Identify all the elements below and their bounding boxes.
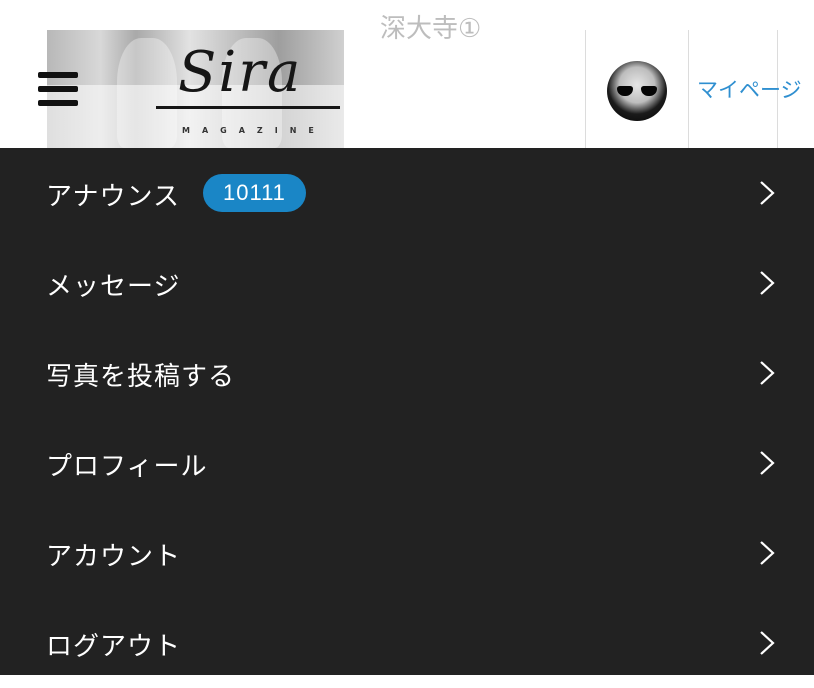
nav-menu: アナウンス 10111 メッセージ 写真を投稿する プロフィール アカウント ロ… xyxy=(0,148,814,675)
site-header: 深大寺① Sira MAGAZINE マイページ xyxy=(0,0,814,148)
menu-item-label: アナウンス xyxy=(46,182,180,212)
menu-item-label: プロフィール xyxy=(46,452,208,482)
article-title-partial: 深大寺① xyxy=(380,14,482,44)
chevron-right-icon xyxy=(760,361,775,385)
announce-count-badge: 10111 xyxy=(203,174,306,212)
header-divider xyxy=(688,30,689,148)
hamburger-icon[interactable] xyxy=(38,72,78,108)
menu-item-profile[interactable]: プロフィール xyxy=(0,418,814,508)
menu-item-label: ログアウト xyxy=(46,632,182,662)
menu-item-post-photo[interactable]: 写真を投稿する xyxy=(0,328,814,418)
menu-item-label: アカウント xyxy=(46,542,182,572)
chevron-right-icon xyxy=(760,631,775,655)
chevron-right-icon xyxy=(760,541,775,565)
site-logo[interactable]: Sira MAGAZINE xyxy=(152,40,344,140)
chevron-right-icon xyxy=(760,451,775,475)
menu-item-account[interactable]: アカウント xyxy=(0,508,814,598)
menu-item-label: メッセージ xyxy=(46,272,181,302)
menu-item-messages[interactable]: メッセージ xyxy=(0,238,814,328)
header-divider xyxy=(585,30,586,148)
user-avatar[interactable] xyxy=(607,61,667,121)
chevron-right-icon xyxy=(760,271,775,295)
logo-subtitle: MAGAZINE xyxy=(182,126,326,135)
sunglasses-icon xyxy=(617,86,657,96)
menu-item-label: 写真を投稿する xyxy=(46,362,236,392)
chevron-right-icon xyxy=(760,181,775,205)
logo-script-text: Sira xyxy=(178,40,303,105)
menu-item-announce[interactable]: アナウンス 10111 xyxy=(0,148,814,238)
mypage-link[interactable]: マイページ xyxy=(697,74,802,104)
